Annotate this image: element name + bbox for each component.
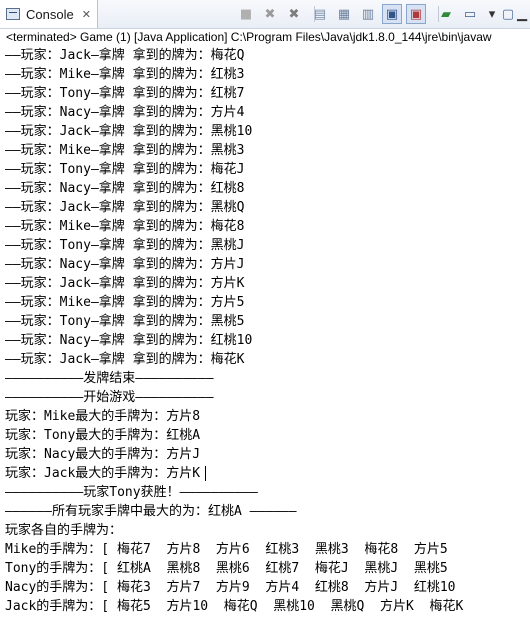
console-line: ——玩家：Jack—拿牌 拿到的牌为：梅花K <box>5 352 245 367</box>
console-line: ——玩家：Mike—拿牌 拿到的牌为：黑桃3 <box>5 143 245 158</box>
console-line: ——玩家：Tony—拿牌 拿到的牌为：黑桃J <box>5 238 245 253</box>
console-line: ——玩家：Jack—拿牌 拿到的牌为：方片K <box>5 276 245 291</box>
clear-console-icon[interactable]: ▤ <box>310 4 330 24</box>
pin-console-icon[interactable]: ▰ <box>436 4 456 24</box>
console-line: 玩家：Nacy最大的手牌为：方片J <box>5 447 201 462</box>
console-line: ——玩家：Mike—拿牌 拿到的牌为：红桃3 <box>5 67 245 82</box>
console-line: ——玩家：Jack—拿牌 拿到的牌为：黑桃10 <box>5 124 253 139</box>
console-line: 玩家：Mike最大的手牌为：方片8 <box>5 409 201 424</box>
process-status-line: <terminated> Game (1) [Java Application]… <box>6 30 492 44</box>
console-line: ——————所有玩家手牌中最大的为：红桃A —————— <box>5 504 297 519</box>
console-line: ——玩家：Tony—拿牌 拿到的牌为：红桃7 <box>5 86 245 101</box>
console-line: 玩家：Tony最大的手牌为：红桃A <box>5 428 201 443</box>
scroll-lock-icon[interactable]: ▦ <box>334 4 354 24</box>
text-caret <box>205 466 206 481</box>
console-line: ——玩家：Jack—拿牌 拿到的牌为：黑桃Q <box>5 200 245 215</box>
console-line: ——玩家：Nacy—拿牌 拿到的牌为：红桃10 <box>5 333 253 348</box>
console-line: Nacy的手牌为：[ 梅花3 方片7 方片9 方片4 红桃8 方片J 红桃10 <box>5 580 456 595</box>
console-output[interactable]: ——玩家：Jack—拿牌 拿到的牌为：梅花Q ——玩家：Mike—拿牌 拿到的牌为… <box>5 46 530 616</box>
console-line: 玩家各自的手牌为： <box>5 523 123 538</box>
console-line: ——————————玩家Tony获胜！—————————— <box>5 485 258 500</box>
remove-launch-icon[interactable]: ✖ <box>260 4 280 24</box>
console-line: ——玩家：Mike—拿牌 拿到的牌为：梅花8 <box>5 219 245 234</box>
tab-console[interactable]: Console ✕ <box>0 0 98 28</box>
console-line: Jack的手牌为：[ 梅花5 方片10 梅花Q 黑桃10 黑桃Q 方片K 梅花K <box>5 599 464 614</box>
display-selected-console-icon[interactable]: ▭ <box>460 4 480 24</box>
console-line: Mike的手牌为：[ 梅花7 方片8 方片6 红桃3 黑桃3 梅花8 方片5 <box>5 542 448 557</box>
console-line: ——玩家：Nacy—拿牌 拿到的牌为：方片4 <box>5 105 245 120</box>
console-line: ——————————发牌结束—————————— <box>5 371 214 386</box>
show-console-on-error-icon[interactable]: ▣ <box>406 4 426 24</box>
console-line: ——玩家：Tony—拿牌 拿到的牌为：梅花J <box>5 162 245 177</box>
tab-console-label: Console <box>26 6 74 22</box>
terminate-icon[interactable]: ■ <box>236 4 256 24</box>
toolbar-separator <box>438 6 439 22</box>
console-line: Tony的手牌为：[ 红桃A 黑桃8 黑桃6 红桃7 梅花J 黑桃J 黑桃5 <box>5 561 448 576</box>
console-line: ——玩家：Jack—拿牌 拿到的牌为：梅花Q <box>5 48 245 63</box>
console-line: 玩家：Jack最大的手牌为：方片K <box>5 464 530 483</box>
console-view-toolbar: Console ✕ ■ ✖ ✖ ▤ ▦ ▥ ▣ ▣ ▰ ▭ ▾ ▢ ▁ <box>0 0 530 29</box>
remove-all-terminated-icon[interactable]: ✖ <box>284 4 304 24</box>
console-line: ——————————开始游戏—————————— <box>5 390 214 405</box>
console-line: ——玩家：Nacy—拿牌 拿到的牌为：方片J <box>5 257 245 272</box>
console-icon <box>6 8 20 20</box>
toolbar-separator <box>314 6 315 22</box>
minimize-icon[interactable]: ▁ <box>512 4 530 24</box>
word-wrap-icon[interactable]: ▥ <box>358 4 378 24</box>
console-line: ——玩家：Tony—拿牌 拿到的牌为：黑桃5 <box>5 314 245 329</box>
console-line: ——玩家：Nacy—拿牌 拿到的牌为：红桃8 <box>5 181 245 196</box>
show-console-on-output-icon[interactable]: ▣ <box>382 4 402 24</box>
console-line: ——玩家：Mike—拿牌 拿到的牌为：方片5 <box>5 295 245 310</box>
close-tab-icon[interactable]: ✕ <box>82 8 91 21</box>
